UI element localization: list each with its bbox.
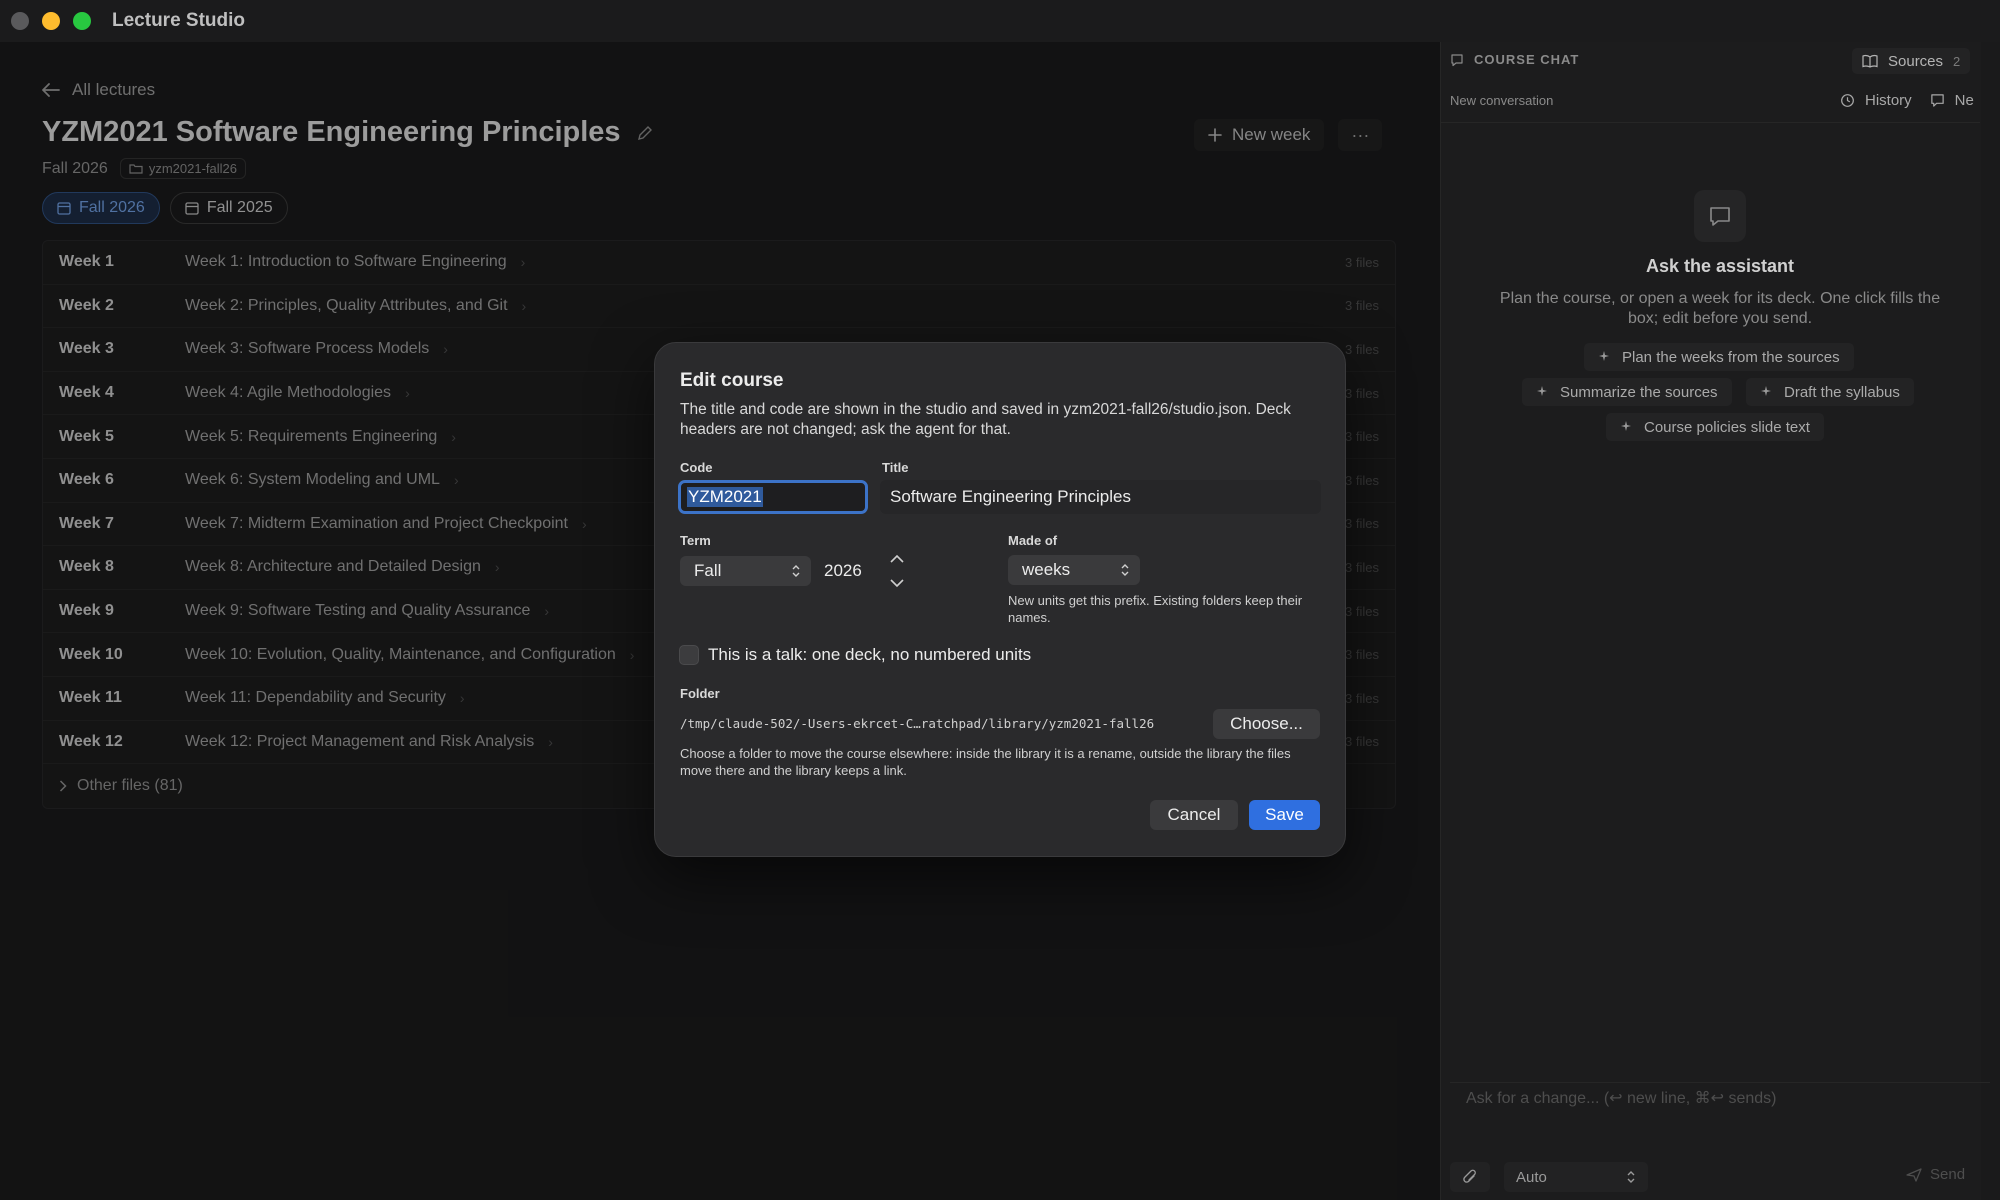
- sparkle-icon: [1598, 350, 1612, 364]
- term-select[interactable]: Fall: [680, 556, 811, 586]
- window-zoom-button[interactable]: [73, 12, 91, 30]
- chat-bubble-icon: [1694, 190, 1746, 242]
- code-input[interactable]: YZM2021: [678, 480, 868, 514]
- model-value: Auto: [1516, 1168, 1547, 1186]
- assistant-title: Ask the assistant: [1645, 256, 1795, 276]
- suggestion-label: Draft the syllabus: [1784, 383, 1900, 401]
- made-of-hint: New units get this prefix. Existing fold…: [1008, 593, 1303, 625]
- made-of-label: Made of: [1008, 533, 1058, 548]
- cancel-button[interactable]: Cancel: [1150, 800, 1238, 830]
- dialog-title: Edit course: [680, 370, 784, 391]
- title-bar: [0, 0, 2000, 42]
- window-close-button[interactable]: [11, 12, 29, 30]
- suggestion-label: Summarize the sources: [1560, 383, 1718, 401]
- history-button[interactable]: History: [1865, 92, 1912, 109]
- suggestion-plan-weeks[interactable]: Plan the weeks from the sources: [1584, 343, 1854, 371]
- sources-button[interactable]: Sources 2: [1852, 48, 1971, 74]
- paperclip-icon: [1463, 1169, 1477, 1185]
- new-chat-icon: [1930, 93, 1945, 108]
- folder-hint: Choose a folder to move the course elsew…: [680, 746, 1291, 778]
- save-button[interactable]: Save: [1249, 800, 1320, 830]
- history-icon: [1840, 93, 1855, 108]
- updown-chevron-icon: [791, 564, 801, 578]
- made-of-select-value: weeks: [1022, 560, 1071, 579]
- title-input-value: Software Engineering Principles: [890, 487, 1131, 506]
- chat-divider: [1440, 122, 1980, 123]
- folder-path: /tmp/claude-502/-Users-ekrcet-C…ratchpad…: [680, 716, 1155, 731]
- title-label: Title: [882, 460, 909, 475]
- made-of-select[interactable]: weeks: [1008, 555, 1140, 585]
- year-stepper[interactable]: [882, 554, 912, 588]
- chat-bubble-icon: [1450, 53, 1464, 67]
- choose-folder-button[interactable]: Choose...: [1213, 709, 1320, 739]
- sources-label: Sources: [1888, 52, 1944, 70]
- window-minimize-button[interactable]: [42, 12, 60, 30]
- suggestion-draft-syllabus[interactable]: Draft the syllabus: [1746, 378, 1914, 406]
- attach-button[interactable]: [1450, 1162, 1490, 1192]
- sparkle-icon: [1760, 385, 1774, 399]
- conversation-title: New conversation: [1450, 93, 1554, 108]
- chevron-up-icon[interactable]: [889, 554, 905, 564]
- suggestion-label: Plan the weeks from the sources: [1622, 348, 1840, 366]
- suggestion-course-policies[interactable]: Course policies slide text: [1606, 413, 1824, 441]
- sparkle-icon: [1620, 420, 1634, 434]
- course-chat-title: COURSE CHAT: [1474, 52, 1580, 67]
- history-controls: History Ne: [1840, 92, 1974, 109]
- updown-chevron-icon: [1626, 1170, 1636, 1184]
- suggestion-label: Course policies slide text: [1644, 418, 1810, 436]
- code-label: Code: [680, 460, 713, 475]
- new-chat-button[interactable]: Ne: [1955, 92, 1974, 109]
- send-label: Send: [1930, 1166, 1966, 1183]
- title-input[interactable]: Software Engineering Principles: [880, 480, 1321, 514]
- talk-checkbox[interactable]: [679, 645, 699, 665]
- chevron-down-icon[interactable]: [889, 578, 905, 588]
- chat-input-placeholder: Ask for a change... (↩ new line, ⌘↩ send…: [1466, 1090, 1777, 1107]
- updown-chevron-icon: [1120, 563, 1130, 577]
- course-chat-header: COURSE CHAT: [1450, 52, 1579, 67]
- term-select-value: Fall: [694, 561, 722, 580]
- term-label: Term: [680, 533, 711, 548]
- sparkle-icon: [1536, 385, 1550, 399]
- folder-label: Folder: [680, 686, 720, 701]
- app-title: Lecture Studio: [112, 10, 246, 31]
- model-select[interactable]: Auto: [1504, 1162, 1648, 1192]
- talk-checkbox-label[interactable]: This is a talk: one deck, no numbered un…: [708, 645, 1031, 665]
- sources-count: 2: [1953, 53, 1961, 69]
- send-button[interactable]: Send: [1906, 1166, 1965, 1183]
- assistant-description: Plan the course, or open a week for its …: [1499, 290, 1941, 327]
- dialog-description: The title and code are shown in the stud…: [680, 401, 1291, 438]
- year-input[interactable]: 2026: [824, 561, 862, 581]
- send-icon: [1906, 1167, 1922, 1182]
- book-icon: [1862, 54, 1878, 68]
- code-input-value: YZM2021: [687, 487, 763, 507]
- suggestion-summarize[interactable]: Summarize the sources: [1522, 378, 1732, 406]
